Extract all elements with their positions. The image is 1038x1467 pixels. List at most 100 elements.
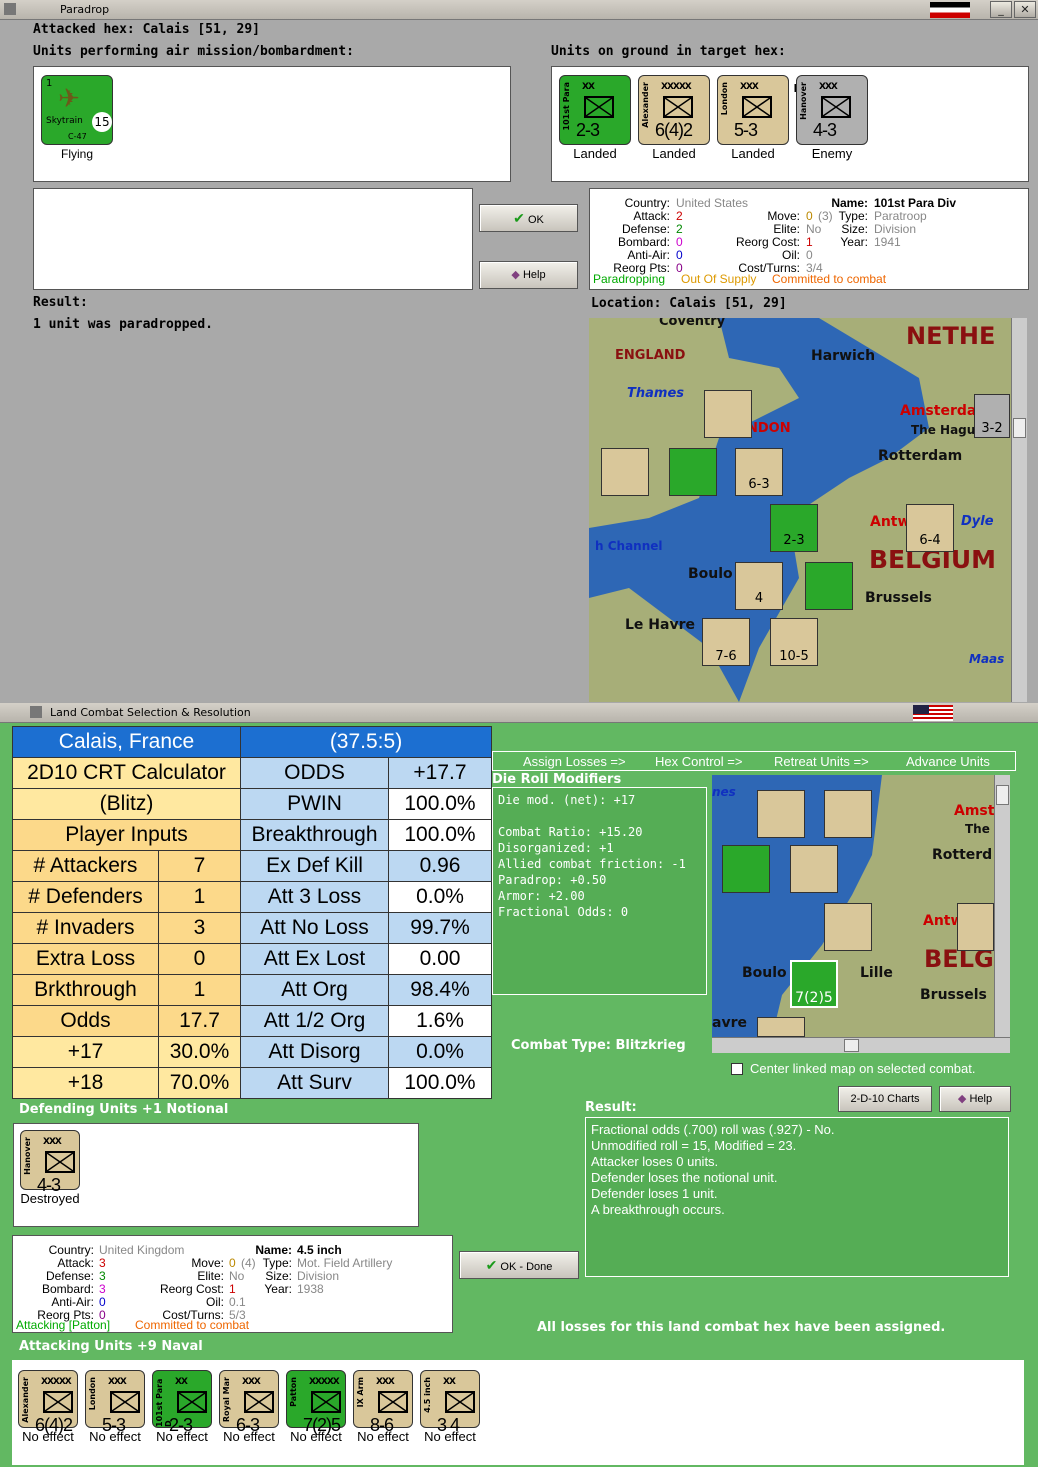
map2-unit-inf[interactable]	[957, 903, 994, 951]
unit-counter[interactable]: Hanover XXX 4-3	[796, 75, 868, 145]
map-unit-typhoon[interactable]	[704, 390, 752, 438]
map-unit-ju88[interactable]	[805, 562, 853, 610]
unit-status: Enemy	[811, 146, 853, 161]
die-roll-label: Die Roll Modifiers	[492, 772, 622, 787]
map2-unit-alexander[interactable]	[824, 903, 872, 951]
center-map-checkbox[interactable]	[731, 1063, 743, 1075]
close-button[interactable]: ✕	[1014, 1, 1036, 18]
info-value: 1941	[874, 235, 901, 249]
map-label-netherlands: NETHE	[906, 322, 996, 350]
combat-result-box: Fractional odds (.700) roll was (.927) -…	[585, 1117, 1009, 1277]
crt-cell: PWIN	[240, 788, 389, 820]
unit-counter[interactable]: LondonXXX5-3R	[717, 75, 802, 145]
crt-cell: +17.7	[388, 757, 492, 789]
crt-calculator: Calais, France (37.5:5) 2D10 CRT Calculato…	[12, 726, 492, 1099]
combat-window-title: Land Combat Selection & Resolution	[50, 706, 251, 719]
crt-cell: Calais, France	[12, 726, 241, 758]
tab-assign-losses[interactable]: Assign Losses =>	[523, 754, 626, 769]
attacked-hex-label: Attacked hex: Calais [51, 29]	[33, 22, 260, 37]
info-label: Year:	[264, 1282, 292, 1296]
ok-done-button[interactable]: ✔ OK - Done	[459, 1251, 579, 1279]
crt-cell: # Invaders	[12, 912, 159, 944]
map-bottom-vscroll[interactable]	[994, 775, 1010, 1037]
die-roll-line: Combat Ratio: +15.20	[498, 825, 643, 839]
combat-result-line: Attacker loses 0 units.	[591, 1154, 719, 1169]
map-bottom-hscroll-thumb[interactable]	[844, 1039, 859, 1052]
map-bottom-vscroll-thumb[interactable]	[996, 785, 1009, 805]
tab-advance-units[interactable]: Advance Units	[906, 754, 990, 769]
crt-cell: 17.7	[158, 1005, 241, 1037]
air-unit-counter[interactable]: 1 ✈ Skytrain C-47 15	[41, 75, 113, 145]
charts-button[interactable]: 2-D-10 Charts	[838, 1086, 932, 1112]
map2-unit-b34[interactable]	[722, 845, 770, 893]
unit-name: 101st Para	[562, 82, 571, 131]
unit-counter[interactable]: IX Arm XXX 8-6	[353, 1370, 413, 1435]
map-top[interactable]: NETHE ENGLAND Harwich Coventry Thames Am…	[589, 318, 1011, 702]
die-roll-line: Armor: +2.00	[498, 889, 585, 903]
map-unit-6[interactable]: 7-6	[702, 618, 750, 666]
map-top-scrollbar[interactable]	[1011, 318, 1027, 702]
unit-size: XXX	[740, 82, 759, 92]
map-bottom-hscroll[interactable]	[712, 1037, 1010, 1053]
map-unit-3[interactable]: 2-3	[770, 504, 818, 552]
combat-help-button[interactable]: ◆ Help	[939, 1086, 1011, 1112]
window-title: Paradrop	[60, 3, 110, 16]
crt-cell: Att Org	[240, 974, 389, 1006]
ground-units-label: Units on ground in target hex:	[551, 44, 786, 59]
info-value: 1938	[297, 1282, 324, 1296]
air-units-label: Units performing air mission/bombardment…	[33, 44, 354, 59]
unit-type-icon	[584, 96, 614, 118]
location-label: Location: Calais [51, 29]	[591, 296, 787, 311]
unit-counter[interactable]: Hanover XXX 4-3	[20, 1130, 80, 1195]
tab-retreat-units[interactable]: Retreat Units =>	[774, 754, 869, 769]
crt-cell: Att 3 Loss	[240, 881, 389, 913]
usa-flag-icon	[913, 705, 953, 721]
unit-counter[interactable]: Alexander XXXXX 6(4)2	[638, 75, 710, 145]
combat-tabs-bar: Assign Losses => Hex Control => Retreat …	[492, 751, 1016, 771]
ok-button[interactable]: ✔ OK	[479, 204, 578, 232]
map2-unit-whitley[interactable]	[757, 790, 805, 838]
minimize-button[interactable]: _	[990, 1, 1012, 18]
map-unit-ventura[interactable]	[669, 448, 717, 496]
die-roll-line: Die mod. (net): +17	[498, 793, 636, 807]
unit-counter[interactable]: 101st Para D XX 2-3	[152, 1370, 212, 1435]
map2-unit-patton[interactable]: 7(2)5	[790, 960, 838, 1008]
die-roll-line: Fractional Odds: 0	[498, 905, 629, 919]
unit-counter[interactable]: Alexander XXXXX 6(4)2	[18, 1370, 78, 1435]
map-unit-1[interactable]: 3-2	[974, 394, 1010, 438]
help-button[interactable]: ◆ Help	[479, 261, 578, 289]
map2-label-amst: Amst	[954, 803, 994, 819]
crt-cell: Att No Loss	[240, 912, 389, 944]
crt-cell: 0	[158, 943, 241, 975]
map2-unit-lancaster[interactable]	[824, 790, 872, 838]
map-unit-2[interactable]: 6-3	[735, 448, 783, 496]
crt-cell: Brkthrough	[12, 974, 159, 1006]
map2-unit-spitfire2[interactable]	[757, 1017, 805, 1037]
unit-counter[interactable]: 101st Para XX 2-3	[559, 75, 631, 145]
unit-status: No effect	[223, 1429, 275, 1444]
unit-size: XXXXX	[41, 1377, 72, 1387]
unit-counter[interactable]: Royal Mar XXX 6-3	[219, 1370, 279, 1435]
crt-cell: 99.7%	[388, 912, 492, 944]
unit-name: London	[88, 1377, 97, 1411]
map-label-england: ENGLAND	[615, 348, 686, 363]
unit-status: No effect	[424, 1429, 476, 1444]
crt-cell: # Defenders	[12, 881, 159, 913]
check-icon-2: ✔	[485, 1257, 498, 1273]
unit-status: Landed	[573, 146, 617, 161]
unit-counter[interactable]: Patton XXXXX 7(2)5	[286, 1370, 346, 1435]
map-label-brussels: Brussels	[865, 590, 932, 606]
combat-result-line: Defender loses 1 unit.	[591, 1186, 718, 1201]
unit-type-icon	[177, 1391, 207, 1413]
tab-hex-control[interactable]: Hex Control =>	[655, 754, 742, 769]
map-unit-5[interactable]: 4	[735, 562, 783, 610]
map2-unit-spitfire[interactable]	[790, 845, 838, 893]
map-top-scrollbar-thumb[interactable]	[1013, 418, 1026, 438]
map-bottom[interactable]: nes Amst The Rotterd Antw Boulo Lille BE…	[712, 775, 994, 1037]
unit-counter[interactable]: 4.5 inch XX 3 4	[420, 1370, 480, 1435]
map-unit-7[interactable]: 10-5	[770, 618, 818, 666]
map2-label-nes: nes	[712, 785, 736, 799]
map-unit-4[interactable]: 6-4	[906, 504, 954, 552]
unit-counter[interactable]: London XXX 5-3	[85, 1370, 145, 1435]
map-unit-wellington[interactable]	[601, 448, 649, 496]
